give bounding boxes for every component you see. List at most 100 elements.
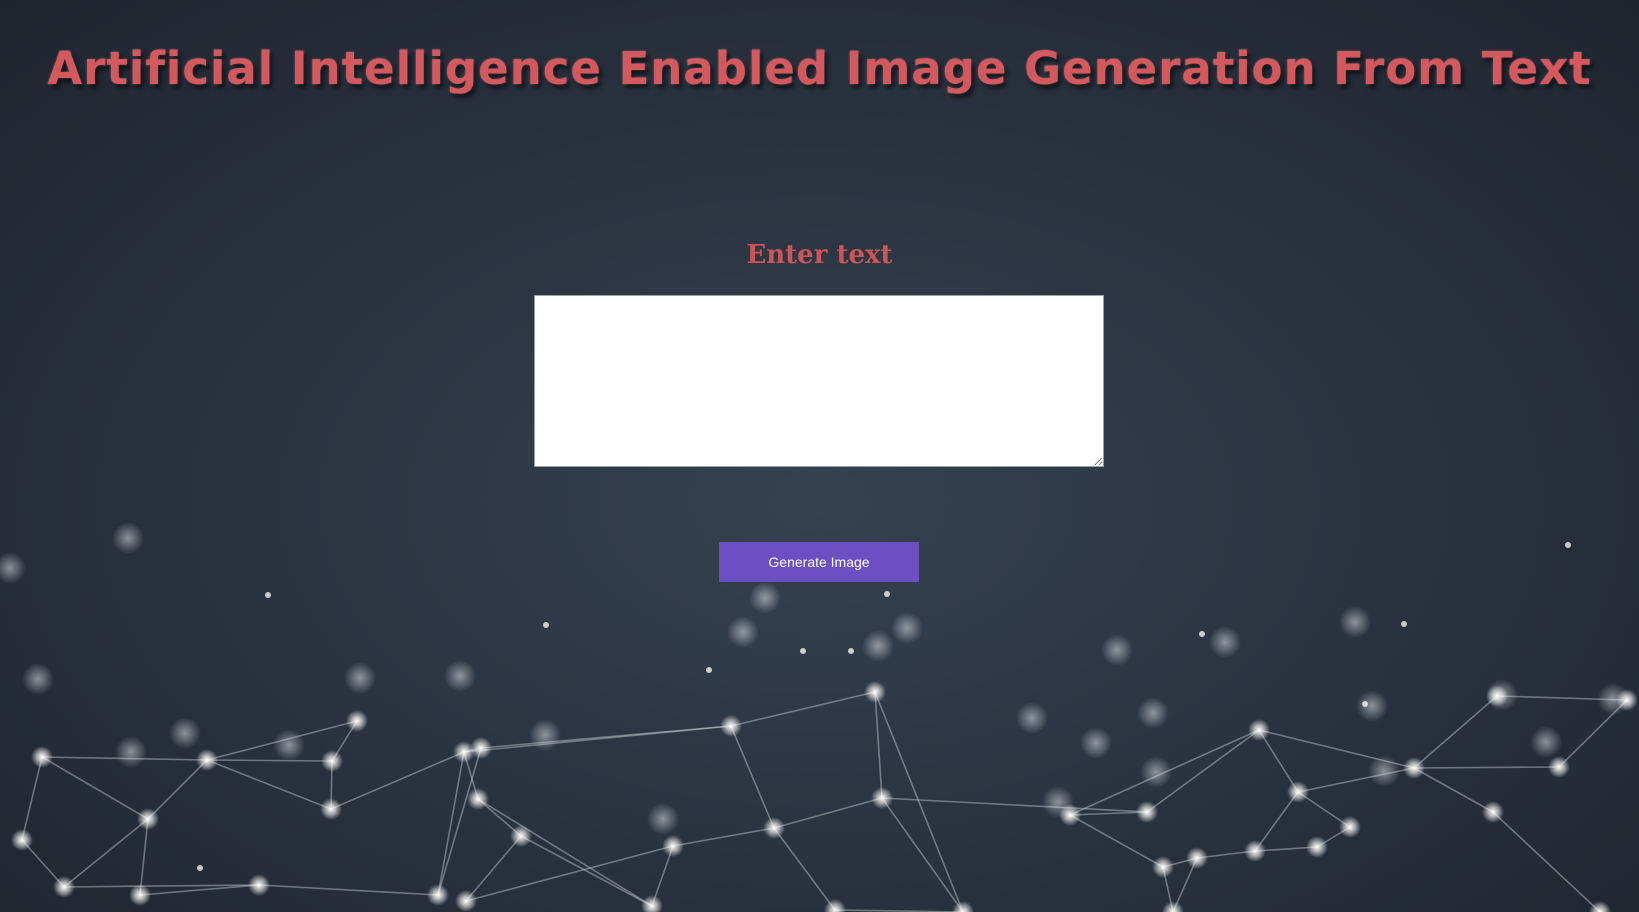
bokeh-dot — [115, 736, 147, 768]
network-node — [1248, 719, 1270, 741]
network-edge — [206, 759, 333, 762]
network-node — [455, 890, 477, 912]
star-dot — [265, 592, 271, 598]
network-node — [1548, 756, 1570, 778]
star-dot — [1199, 631, 1205, 637]
bokeh-dot — [1101, 634, 1133, 666]
star-dot — [543, 622, 549, 628]
network-node — [53, 876, 75, 898]
network-node — [427, 884, 449, 906]
network-edge — [1413, 695, 1498, 769]
bokeh-dot — [727, 616, 759, 648]
network-edge — [672, 827, 775, 847]
bokeh-dot — [862, 630, 894, 662]
network-edge — [21, 756, 43, 841]
network-edge — [206, 759, 332, 810]
network-node — [1616, 689, 1638, 711]
network-edge — [437, 747, 482, 896]
network-edge — [1069, 811, 1148, 816]
network-node — [871, 787, 893, 809]
network-node — [320, 798, 342, 820]
network-node — [1306, 836, 1328, 858]
network-edge — [1413, 767, 1494, 813]
network-edge — [730, 691, 876, 727]
enter-text-label: Enter text — [746, 240, 893, 270]
network-node — [248, 874, 270, 896]
bokeh-dot — [1016, 702, 1048, 734]
network-edge — [258, 884, 439, 896]
bokeh-dot — [749, 582, 781, 614]
network-node — [321, 750, 343, 772]
bokeh-dot — [647, 803, 679, 835]
generate-image-button[interactable]: Generate Image — [719, 542, 919, 582]
bokeh-dot — [1339, 606, 1371, 638]
network-edge — [465, 845, 674, 902]
network-edge — [773, 797, 883, 829]
network-node — [11, 829, 33, 851]
star-dot — [1362, 701, 1368, 707]
network-node — [1403, 757, 1425, 779]
network-node — [1287, 781, 1309, 803]
network-edge — [437, 751, 465, 896]
network-node — [1339, 816, 1361, 838]
network-node — [662, 835, 684, 857]
bokeh-dot — [344, 662, 376, 694]
network-edge — [147, 759, 208, 820]
network-node — [467, 788, 489, 810]
bokeh-dot — [169, 717, 201, 749]
bokeh-dot — [1137, 697, 1169, 729]
network-node — [346, 710, 368, 732]
network-node — [1152, 856, 1174, 878]
network-node — [1589, 901, 1611, 912]
network-node — [129, 884, 151, 906]
bokeh-dot — [1140, 756, 1172, 788]
network-edge — [730, 725, 775, 829]
network-node — [763, 817, 785, 839]
network-node — [952, 901, 974, 912]
network-edge — [477, 798, 653, 907]
network-node — [31, 746, 53, 768]
bokeh-dot — [1368, 755, 1400, 787]
network-edge — [63, 818, 149, 888]
star-dot — [1565, 542, 1571, 548]
bokeh-dot — [444, 660, 476, 692]
network-edge — [773, 827, 836, 911]
network-node — [1186, 847, 1208, 869]
bokeh-dot — [1209, 626, 1241, 658]
network-node — [1162, 901, 1184, 912]
network-edge — [1492, 811, 1601, 912]
bokeh-dot — [891, 612, 923, 644]
bokeh-dot — [22, 663, 54, 695]
star-dot — [197, 865, 203, 871]
network-edge — [881, 797, 964, 912]
bokeh-dot — [1356, 690, 1388, 722]
bokeh-dot — [273, 729, 305, 761]
star-dot — [1401, 621, 1407, 627]
network-node — [864, 681, 886, 703]
network-edge — [139, 818, 149, 896]
network-node — [196, 749, 218, 771]
network-node — [510, 825, 532, 847]
star-dot — [800, 648, 806, 654]
bokeh-dot — [1080, 727, 1112, 759]
bokeh-dot — [1530, 726, 1562, 758]
star-dot — [848, 648, 854, 654]
network-edge — [480, 725, 732, 749]
page-title: Artificial Intelligence Enabled Image Ge… — [47, 42, 1592, 95]
network-node — [1244, 840, 1266, 862]
network-edge — [1413, 766, 1560, 769]
network-node — [137, 808, 159, 830]
network-node — [720, 715, 742, 737]
star-dot — [706, 667, 712, 673]
network-edge — [465, 835, 522, 902]
network-node — [1486, 685, 1508, 707]
bokeh-dot — [112, 522, 144, 554]
network-node — [1136, 801, 1158, 823]
bokeh-dot — [529, 719, 561, 751]
network-node — [470, 737, 492, 759]
prompt-textarea[interactable] — [534, 295, 1104, 467]
network-node — [1059, 804, 1081, 826]
network-node — [1482, 801, 1504, 823]
star-dot — [884, 591, 890, 597]
network-edge — [520, 835, 653, 907]
